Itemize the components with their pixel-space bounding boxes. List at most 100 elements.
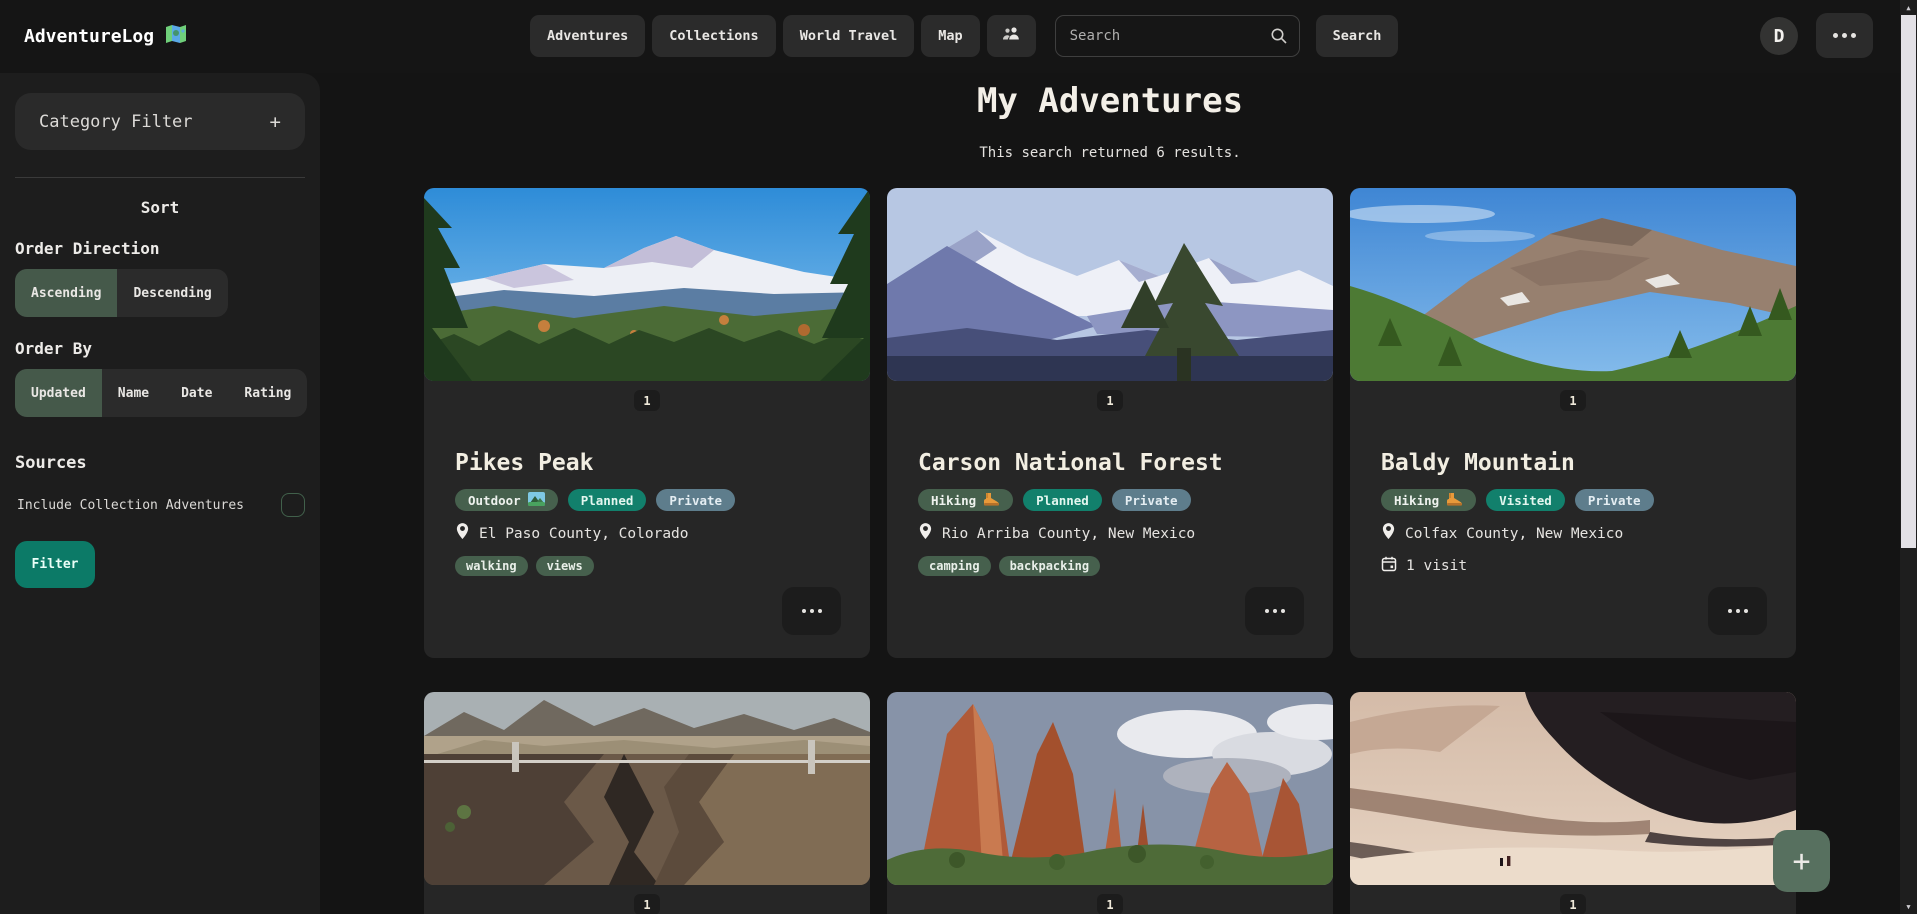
- adventure-grid: 1 Pikes Peak Outdoor: [424, 188, 1796, 914]
- tag-pill: camping: [918, 556, 991, 576]
- sources-heading: Sources: [15, 453, 305, 473]
- scrollbar-up-arrow[interactable]: ▲: [1900, 0, 1917, 15]
- order-by-date[interactable]: Date: [165, 369, 228, 417]
- nav-world-travel-button[interactable]: World Travel: [783, 15, 915, 57]
- plus-icon: +: [1792, 844, 1810, 879]
- adventure-title[interactable]: Pikes Peak: [455, 450, 840, 476]
- order-direction-ascending[interactable]: Ascending: [15, 269, 117, 317]
- order-by-rating[interactable]: Rating: [228, 369, 307, 417]
- location-text: El Paso County, Colorado: [479, 526, 689, 542]
- adventure-card-pikes-peak: 1 Pikes Peak Outdoor: [424, 188, 870, 658]
- category-badge: Hiking: [918, 489, 1013, 511]
- search-input[interactable]: [1055, 15, 1300, 57]
- order-by-updated[interactable]: Updated: [15, 369, 102, 417]
- visits-text: 1 visit: [1406, 558, 1467, 574]
- order-direction-descending[interactable]: Descending: [117, 269, 227, 317]
- include-collection-label: Include Collection Adventures: [17, 498, 244, 513]
- image-count-badge: 1: [1560, 894, 1586, 914]
- ellipsis-icon: [802, 609, 822, 613]
- tag-pill: walking: [455, 556, 528, 576]
- category-filter-label: Category Filter: [39, 112, 193, 132]
- top-navbar: AdventureLog Adventures Collections Worl…: [0, 0, 1900, 73]
- sort-heading: Sort: [15, 198, 305, 217]
- app-logo-text: AdventureLog: [24, 26, 154, 47]
- adventure-title[interactable]: Baldy Mountain: [1381, 450, 1766, 476]
- page-title: My Adventures: [320, 81, 1900, 121]
- adventures-main: My Adventures This search returned 6 res…: [320, 73, 1900, 914]
- tag-row: walking views: [455, 556, 840, 576]
- navbar-more-button[interactable]: [1816, 13, 1873, 58]
- adventure-card-garden-of-the-gods: 1: [887, 692, 1333, 914]
- ellipsis-icon: [1265, 609, 1285, 613]
- adventure-card-sand-dunes: 1: [1350, 692, 1796, 914]
- card-body: Baldy Mountain Hiking Visited: [1350, 411, 1796, 576]
- badge-row: Hiking Planned Private: [918, 489, 1303, 511]
- card-menu-button[interactable]: [1245, 587, 1304, 635]
- sidebar-divider: [15, 177, 305, 178]
- status-badge: Planned: [1023, 489, 1102, 511]
- order-by-group: Updated Name Date Rating: [15, 369, 307, 417]
- hiking-boot-icon: [1446, 492, 1463, 509]
- search-field-wrap: [1055, 15, 1300, 57]
- category-filter-toggle[interactable]: Category Filter +: [15, 93, 305, 150]
- visibility-badge: Private: [1112, 489, 1191, 511]
- image-count-badge: 1: [1097, 390, 1123, 411]
- adventure-image-baldy-mountain[interactable]: [1350, 188, 1796, 381]
- results-count-text: This search returned 6 results.: [320, 145, 1900, 161]
- adventure-image-royal-gorge[interactable]: [424, 692, 870, 885]
- visibility-badge: Private: [1575, 489, 1654, 511]
- filter-button[interactable]: Filter: [15, 541, 95, 588]
- adventure-title[interactable]: Carson National Forest: [918, 450, 1303, 476]
- user-avatar[interactable]: D: [1760, 17, 1798, 55]
- location-pin-icon: [1381, 523, 1396, 544]
- card-menu-button[interactable]: [782, 587, 841, 635]
- scrollbar-down-arrow[interactable]: ▼: [1900, 899, 1917, 914]
- page-scrollbar[interactable]: ▲ ▼: [1900, 0, 1917, 914]
- world-map-icon: [164, 22, 188, 51]
- include-collection-checkbox[interactable]: [281, 493, 305, 517]
- primary-nav: Adventures Collections World Travel Map: [530, 15, 1398, 57]
- ellipsis-icon: [1728, 609, 1748, 613]
- tag-row: camping backpacking: [918, 556, 1303, 576]
- scrollbar-thumb[interactable]: [1901, 15, 1916, 548]
- card-body: Pikes Peak Outdoor Plan: [424, 411, 870, 576]
- hiking-boot-icon: [983, 492, 1000, 509]
- adventure-image-carson-national-forest[interactable]: [887, 188, 1333, 381]
- adventure-card-baldy-mountain: 1 Baldy Mountain Hiking V: [1350, 188, 1796, 658]
- image-count-badge: 1: [1560, 390, 1586, 411]
- order-by-label: Order By: [15, 339, 305, 358]
- status-badge: Visited: [1486, 489, 1565, 511]
- adventure-image-garden-of-the-gods[interactable]: [887, 692, 1333, 885]
- visits-row: 1 visit: [1381, 556, 1766, 576]
- location-text: Rio Arriba County, New Mexico: [942, 526, 1195, 542]
- category-badge-label: Hiking: [931, 493, 976, 508]
- plus-icon: +: [270, 111, 281, 133]
- nav-adventures-button[interactable]: Adventures: [530, 15, 645, 57]
- nav-collections-button[interactable]: Collections: [652, 15, 775, 57]
- adventure-image-sand-dunes[interactable]: [1350, 692, 1796, 885]
- add-adventure-button[interactable]: +: [1773, 830, 1830, 892]
- adventure-card-carson-national-forest: 1 Carson National Forest Hiking: [887, 188, 1333, 658]
- status-badge: Planned: [568, 489, 647, 511]
- adventure-image-pikes-peak[interactable]: [424, 188, 870, 381]
- location-pin-icon: [918, 523, 933, 544]
- image-count-badge: 1: [634, 894, 660, 914]
- order-by-name[interactable]: Name: [102, 369, 165, 417]
- users-icon: [1001, 25, 1021, 47]
- users-button[interactable]: [987, 15, 1036, 57]
- location-row: Colfax County, New Mexico: [1381, 523, 1766, 544]
- adventure-card-royal-gorge: 1: [424, 692, 870, 914]
- tag-pill: views: [536, 556, 594, 576]
- category-badge-label: Outdoor: [468, 493, 521, 508]
- location-row: Rio Arriba County, New Mexico: [918, 523, 1303, 544]
- category-badge-label: Hiking: [1394, 493, 1439, 508]
- national-park-icon: [528, 492, 545, 509]
- card-menu-button[interactable]: [1708, 587, 1767, 635]
- app-logo[interactable]: AdventureLog: [24, 22, 188, 51]
- search-icon: [1270, 27, 1288, 49]
- nav-map-button[interactable]: Map: [921, 15, 979, 57]
- ellipsis-icon: [1833, 33, 1856, 38]
- category-badge: Hiking: [1381, 489, 1476, 511]
- location-row: El Paso County, Colorado: [455, 523, 840, 544]
- search-button[interactable]: Search: [1316, 15, 1399, 57]
